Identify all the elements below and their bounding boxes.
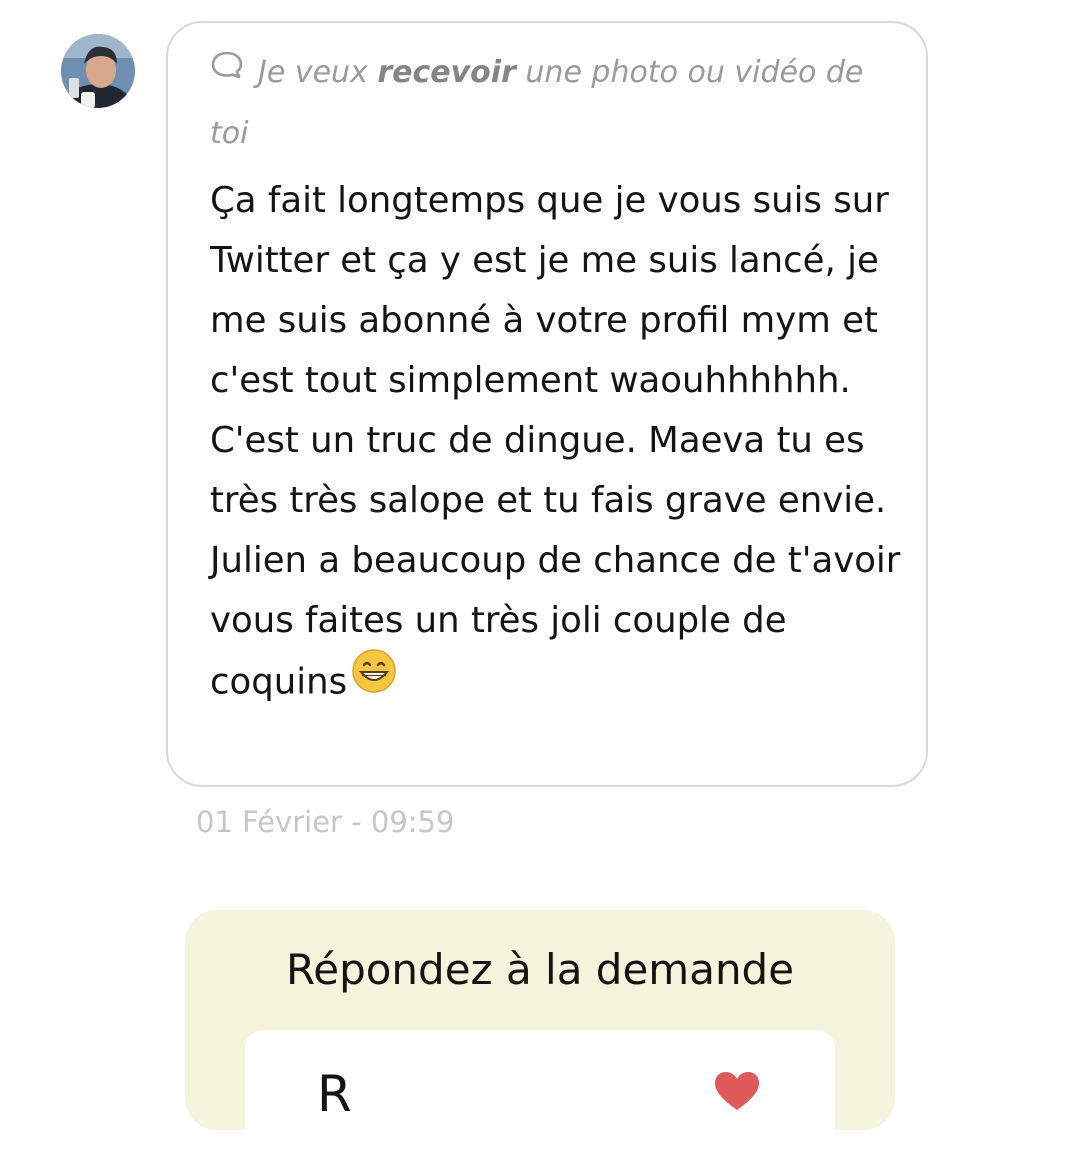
heart-icon [713,1070,761,1116]
sender-avatar[interactable] [61,34,135,108]
message-bubble: Je veux recevoir une photo ou vidéo de t… [166,21,928,787]
message-text-block: Ça fait longtemps que je vous suis sur T… [210,171,910,716]
request-prefix: Je veux [258,55,378,90]
reply-title: Répondez à la demande [285,945,795,994]
request-action: recevoir [377,55,516,90]
request-type-line: Je veux recevoir une photo ou vidéo de t… [210,43,900,164]
message-text: Ça fait longtemps que je vous suis sur T… [210,180,901,703]
reply-option-label: R [317,1065,352,1123]
grinning-face-emoji [351,648,397,713]
user-avatar-photo [61,34,135,108]
speech-bubble-icon [210,41,244,101]
message-timestamp: 01 Février - 09:59 [196,805,455,839]
reply-card: Répondez à la demande R [185,910,895,1150]
reply-option-button[interactable]: R [245,1030,835,1150]
